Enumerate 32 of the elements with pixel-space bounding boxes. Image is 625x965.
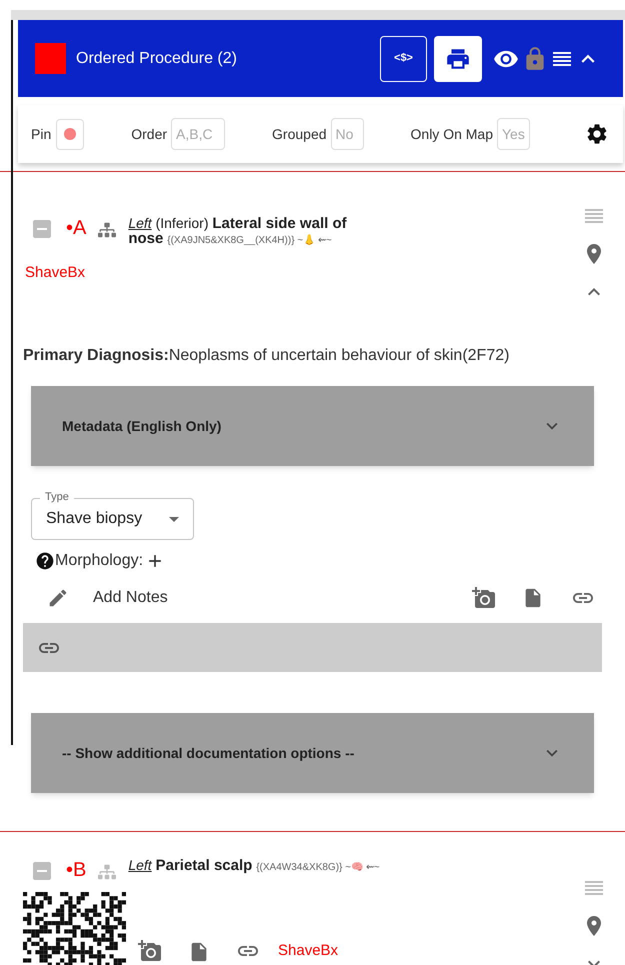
color-swatch-icon [35,43,66,74]
procedure-title: Left (Inferior) Lateral side wall of nose {(XA9JN5&XK8G__(XK4H))} ~👃 ⇜~ [128,214,348,248]
add-photo-icon[interactable] [138,939,162,963]
field-label: Grouped [272,124,327,144]
qr-code-icon [23,892,126,965]
add-notes-link[interactable]: Add Notes [93,586,168,610]
field-label: Only On Map [410,124,493,144]
procedure-title: Left Parietal scalp {(XA4W34&XK8G)} ~🧠 ⇜~ [128,856,381,875]
toolbar-field[interactable]: No [330,118,364,150]
dropdown-arrow-icon [169,516,179,522]
procedure-tag: ShaveBx [25,262,579,284]
procedure-letter: •B [66,858,86,883]
collapse-checkbox-icon[interactable] [30,859,54,883]
add-photo-icon[interactable] [472,586,496,610]
field-label: Order [131,124,168,144]
pin-label: Pin [31,124,52,144]
header-title: Ordered Procedure (2) [76,48,238,68]
procedure-tag: ShaveBx [278,940,338,962]
metadata-accordion[interactable]: Metadata (English Only) [31,386,594,466]
print-button[interactable] [434,36,482,82]
collapse-checkbox-icon[interactable] [30,217,54,241]
toolbar-field[interactable]: A,B,C [171,118,226,150]
edit-icon[interactable] [47,587,69,609]
procedure-letter: •A [66,216,86,241]
help-icon[interactable] [35,551,55,571]
toolbar-field[interactable]: Yes [497,118,530,150]
primary-diagnosis: Primary Diagnosis:Neoplasms of uncertain behaviour of skin(2F72) [23,347,510,364]
more-options-accordion[interactable]: -- Show additional documentation options -- [31,713,594,793]
settings-icon[interactable] [585,122,609,146]
price-button[interactable]: <$> [380,36,427,82]
hierarchy-icon[interactable] [98,221,116,239]
morphology-label: Morphology: [55,551,144,571]
